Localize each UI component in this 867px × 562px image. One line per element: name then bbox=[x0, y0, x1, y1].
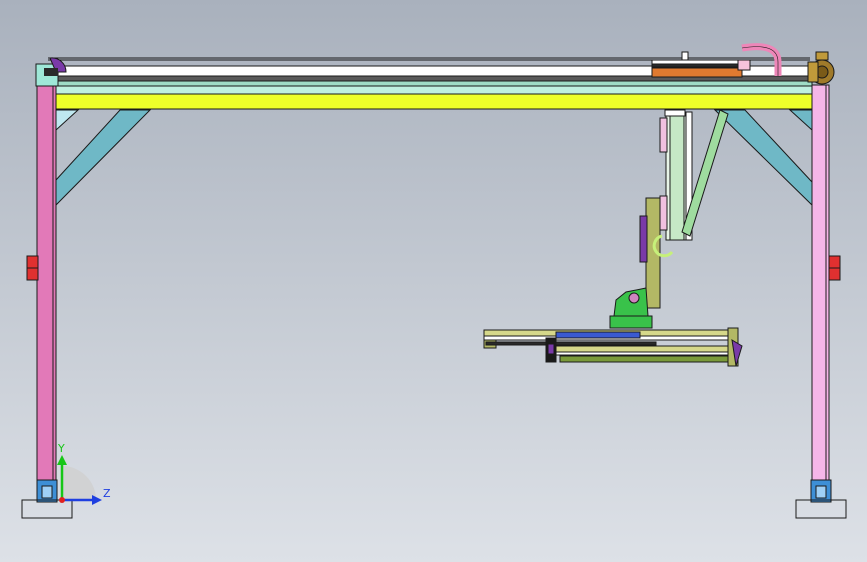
right-limit-switch[interactable] bbox=[828, 255, 841, 281]
y-axis-label: Y bbox=[57, 442, 65, 455]
x-axis-origin bbox=[59, 497, 65, 503]
left-limit-switch[interactable] bbox=[26, 255, 39, 281]
cad-graphics-viewport[interactable]: Y Z bbox=[0, 0, 867, 562]
z-axis-label: Z bbox=[103, 487, 111, 500]
gantry-assembly-drawing[interactable]: Y Z bbox=[0, 0, 867, 562]
